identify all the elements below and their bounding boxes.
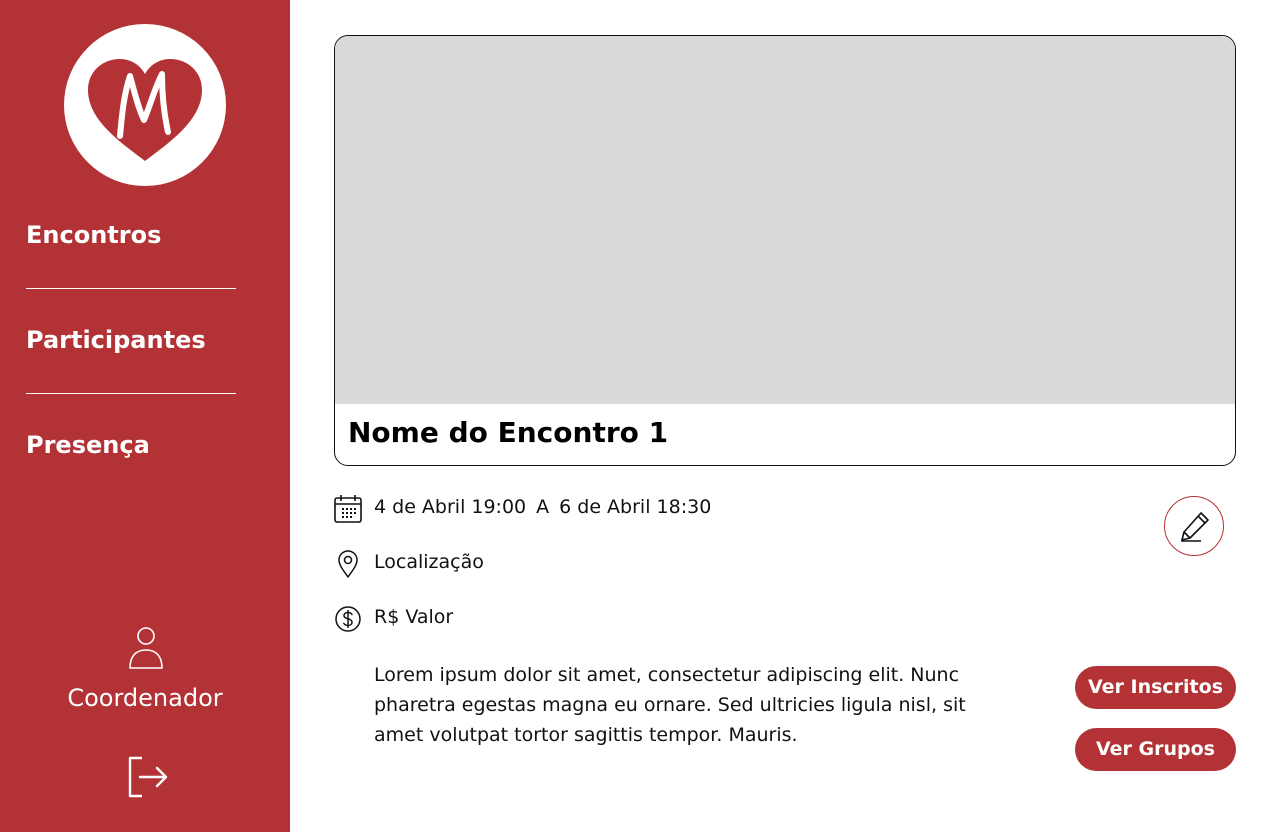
sidebar-item-participantes[interactable]: Participantes xyxy=(26,326,206,354)
nav-divider xyxy=(26,393,236,394)
edit-event-button[interactable] xyxy=(1164,496,1224,556)
event-date-end: 6 de Abril 18:30 xyxy=(559,496,712,518)
pencil-icon xyxy=(1181,512,1209,542)
event-title: Nome do Encontro 1 xyxy=(348,416,669,449)
event-date-separator: A xyxy=(536,496,550,518)
event-location: Localização xyxy=(374,551,484,573)
calendar-icon xyxy=(334,495,362,523)
event-price: R$ Valor xyxy=(374,606,454,628)
logout-icon[interactable] xyxy=(126,756,170,798)
event-description: Lorem ipsum dolor sit amet, consectetur … xyxy=(374,664,966,746)
app-logo xyxy=(64,24,226,186)
nav-divider xyxy=(26,288,236,289)
dollar-coin-icon xyxy=(335,606,361,632)
user-role-label: Coordenador xyxy=(67,684,223,712)
event-date-start: 4 de Abril 19:00 xyxy=(374,496,527,518)
sidebar-item-presenca[interactable]: Presença xyxy=(26,431,150,459)
heart-m-logo-icon xyxy=(88,59,202,161)
sidebar-item-encontros[interactable]: Encontros xyxy=(26,221,161,249)
location-pin-icon xyxy=(338,550,358,578)
ver-grupos-button[interactable]: Ver Grupos xyxy=(1075,728,1236,771)
sidebar: Encontros Participantes Presença Coorden… xyxy=(0,0,290,832)
ver-inscritos-button[interactable]: Ver Inscritos xyxy=(1075,666,1236,709)
event-image-placeholder xyxy=(335,36,1235,404)
event-date-text: 4 de Abril 19:00 A 6 de Abril 18:30 xyxy=(374,496,711,518)
user-icon xyxy=(129,627,163,669)
event-card: Nome do Encontro 1 xyxy=(334,35,1236,466)
